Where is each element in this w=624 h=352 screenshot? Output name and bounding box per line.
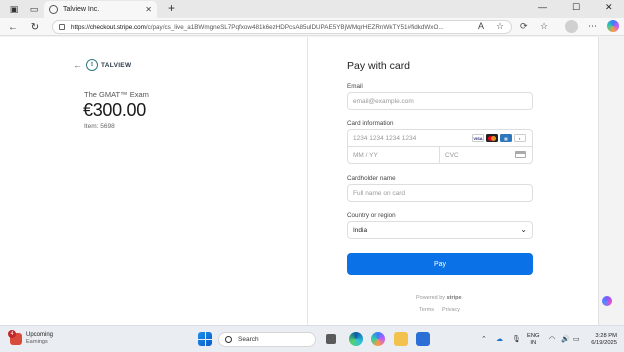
maximize-icon[interactable]: ☐ bbox=[572, 2, 580, 13]
expiry-field[interactable]: MM / YY bbox=[348, 147, 440, 163]
tab-talview[interactable]: Talview Inc. ✕ bbox=[44, 1, 157, 18]
form-title: Pay with card bbox=[347, 60, 411, 72]
task-view-icon[interactable] bbox=[326, 334, 336, 344]
card-brand-logos: VISA ▦ ◐ bbox=[472, 134, 526, 142]
product-name: The GMAT™ Exam bbox=[84, 90, 149, 99]
pane-divider bbox=[307, 37, 308, 325]
copilot-app-icon[interactable] bbox=[371, 332, 385, 346]
back-icon[interactable]: ← bbox=[6, 20, 20, 34]
terms-link[interactable]: Terms bbox=[419, 307, 434, 313]
checkout-page: ← t TALVIEW The GMAT™ Exam €300.00 Item:… bbox=[0, 37, 598, 325]
store-icon[interactable] bbox=[416, 332, 430, 346]
start-button[interactable] bbox=[198, 332, 212, 346]
favorites-icon[interactable]: ☆ bbox=[540, 21, 548, 32]
url-path: /c/pay/cs_live_a1BWmgneSL7Pqfxow481k6ezH… bbox=[145, 23, 444, 31]
tab-actions-icon[interactable]: ▭ bbox=[26, 1, 42, 17]
copilot-icon[interactable] bbox=[607, 20, 619, 32]
edge-browser-icon[interactable] bbox=[349, 332, 363, 346]
input-language[interactable]: ENG IN bbox=[527, 333, 540, 347]
favorite-star-icon[interactable]: ☆ bbox=[496, 21, 504, 32]
show-hidden-icons[interactable]: ⌃ bbox=[481, 335, 487, 343]
mastercard-icon bbox=[486, 134, 498, 142]
tab-strip: ▣ ▭ Talview Inc. ✕ + — ☐ ✕ bbox=[0, 0, 624, 18]
clock-time: 3:28 PM bbox=[595, 333, 617, 339]
wifi-icon[interactable]: ◠ bbox=[549, 335, 555, 343]
email-field[interactable]: email@example.com bbox=[347, 92, 533, 110]
country-value: India bbox=[353, 226, 368, 234]
notification-badge: 4 bbox=[8, 330, 16, 338]
card-number-placeholder: 1234 1234 1234 1234 bbox=[353, 134, 417, 142]
battery-icon[interactable]: ▭ bbox=[573, 335, 580, 343]
microphone-icon[interactable]: 🎙 bbox=[512, 335, 521, 343]
clock-date: 6/19/2025 bbox=[591, 340, 617, 346]
price: €300.00 bbox=[83, 100, 146, 120]
amex-icon: ▦ bbox=[500, 134, 512, 142]
pay-button[interactable]: Pay bbox=[347, 253, 533, 275]
edge-sidebar bbox=[598, 37, 624, 325]
talview-logo-icon: t bbox=[86, 59, 98, 71]
copilot-sidebar-icon[interactable] bbox=[602, 296, 612, 306]
profile-avatar[interactable] bbox=[565, 20, 578, 33]
merchant-name: TALVIEW bbox=[101, 61, 132, 69]
language-region: IN bbox=[530, 340, 537, 346]
item-id: Item: 5698 bbox=[84, 123, 115, 130]
new-tab-button[interactable]: + bbox=[168, 1, 175, 15]
cvc-placeholder: CVC bbox=[445, 151, 459, 159]
card-number-field[interactable]: 1234 1234 1234 1234 VISA ▦ ◐ bbox=[348, 130, 532, 147]
powered-by-text: Powered by bbox=[416, 295, 446, 301]
tab-close-icon[interactable]: ✕ bbox=[145, 5, 152, 14]
tab-title: Talview Inc. bbox=[63, 6, 100, 13]
earnings-widget-icon: 4 bbox=[8, 330, 22, 345]
language-code: ENG bbox=[527, 333, 540, 339]
close-window-icon[interactable]: ✕ bbox=[605, 2, 613, 13]
country-label: Country or region bbox=[347, 212, 396, 219]
card-information-group: 1234 1234 1234 1234 VISA ▦ ◐ MM / YY CVC bbox=[347, 129, 533, 164]
expiry-placeholder: MM / YY bbox=[353, 151, 378, 159]
browser-menu-icon[interactable]: ▣ bbox=[6, 1, 22, 17]
minimize-icon[interactable]: — bbox=[538, 2, 547, 12]
cvc-card-icon bbox=[515, 151, 526, 158]
taskbar-search[interactable]: Search bbox=[218, 332, 316, 347]
order-summary: ← t TALVIEW The GMAT™ Exam €300.00 Item:… bbox=[0, 37, 307, 325]
extensions-icon[interactable]: ⟳ bbox=[520, 21, 528, 32]
windows-taskbar: 4 Upcoming Earnings Search ⌃ ☁ 🎙 ENG IN … bbox=[0, 325, 624, 352]
refresh-icon[interactable]: ↻ bbox=[28, 20, 42, 34]
merchant-brand[interactable]: t TALVIEW bbox=[86, 59, 131, 71]
more-menu-icon[interactable]: ⋯ bbox=[588, 21, 597, 32]
discover-icon: ◐ bbox=[514, 134, 526, 142]
reader-mode-icon[interactable]: A bbox=[478, 21, 484, 31]
cardholder-name-field[interactable]: Full name on card bbox=[347, 184, 533, 202]
widget-title: Upcoming bbox=[26, 332, 54, 338]
navigation-bar: ← ↻ https://checkout.stripe.com /c/pay/c… bbox=[0, 18, 624, 36]
widgets-button[interactable]: 4 Upcoming Earnings bbox=[8, 330, 54, 346]
privacy-link[interactable]: Privacy bbox=[442, 307, 460, 313]
search-label: Search bbox=[238, 336, 259, 343]
cvc-field[interactable]: CVC bbox=[440, 147, 532, 163]
system-clock[interactable]: 3:28 PM 6/19/2025 bbox=[585, 333, 617, 347]
card-info-label: Card information bbox=[347, 120, 394, 127]
powered-by-stripe[interactable]: Powered by stripe bbox=[416, 295, 462, 301]
email-label: Email bbox=[347, 83, 363, 90]
widget-subtitle: Earnings bbox=[26, 339, 48, 345]
globe-icon bbox=[49, 5, 58, 14]
country-select[interactable]: India ⌄ bbox=[347, 221, 533, 239]
search-icon bbox=[225, 336, 232, 343]
stripe-logo: stripe bbox=[446, 295, 462, 301]
chevron-down-icon: ⌄ bbox=[520, 225, 527, 234]
volume-icon[interactable]: 🔊 bbox=[561, 335, 570, 343]
address-bar[interactable]: https://checkout.stripe.com /c/pay/cs_li… bbox=[52, 20, 512, 34]
site-info-icon[interactable] bbox=[59, 24, 65, 30]
onedrive-icon[interactable]: ☁ bbox=[496, 335, 503, 343]
back-arrow-icon[interactable]: ← bbox=[73, 60, 82, 70]
file-explorer-icon[interactable] bbox=[394, 332, 408, 346]
url-host: https://checkout.stripe.com bbox=[71, 23, 146, 31]
cardholder-label: Cardholder name bbox=[347, 175, 396, 182]
visa-icon: VISA bbox=[472, 134, 484, 142]
